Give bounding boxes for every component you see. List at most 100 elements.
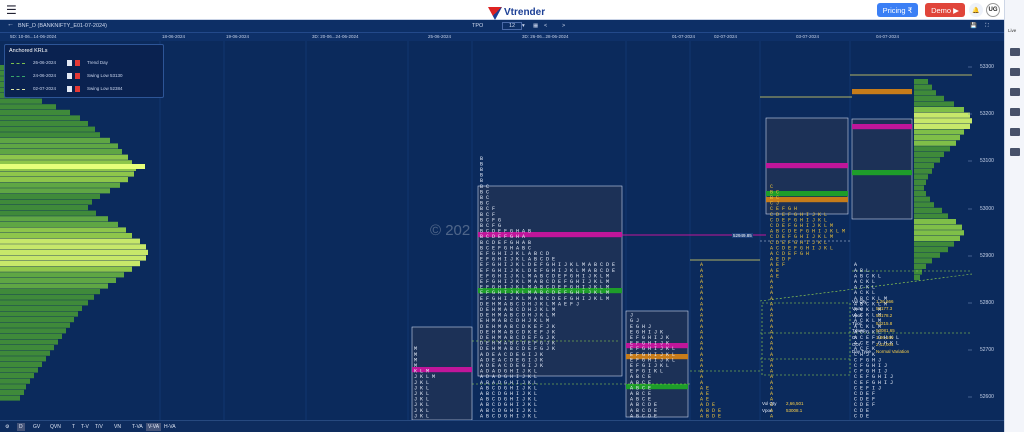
btn-qvn[interactable]: QVN — [48, 423, 63, 431]
bottom-toolbar: ⚙ D GV QVN T T-V T/V VN T-VA V-VA H-VA — [0, 420, 1004, 432]
volume-profile-bar — [0, 305, 82, 311]
stat-row: Tpoc 53215.8 — [852, 320, 893, 326]
volume-profile-bar — [0, 317, 74, 323]
volume-profile-bar — [914, 146, 950, 152]
volume-profile-bar — [914, 168, 932, 174]
edit-icon[interactable] — [67, 73, 72, 79]
chart-toolbar: ← BNF_D (BANKNIFTY_E01-07-2024) TPO 12 ▾… — [0, 20, 1004, 33]
volume-profile-bar — [0, 266, 132, 272]
vtrender-logo-mark — [488, 7, 502, 20]
stats-panel-04-07: Vol Qty 1,26,666 Vwap 53177.3 Vpoc 53178.2 … — [852, 299, 909, 357]
volume-profile-bar — [0, 177, 128, 183]
anchored-krls-title: Anchored KRLs — [9, 48, 48, 54]
volume-profile-bar — [0, 339, 58, 345]
volume-profile-bar — [0, 238, 140, 244]
pricing-button[interactable]: Pricing ₹ — [877, 3, 918, 17]
volume-profile-bar — [914, 151, 944, 157]
btn-t[interactable]: T — [70, 423, 77, 431]
volume-profile-bar — [0, 389, 24, 395]
stat-row: Vpoc 53008.1 — [762, 408, 803, 414]
volume-profile-bar — [0, 328, 66, 334]
volume-profile-bar — [914, 191, 926, 197]
krl-row[interactable]: 24-06-2024 Swing Low 53130 — [11, 72, 161, 82]
volume-profile-bar — [914, 107, 964, 113]
krl-row[interactable]: 02-07-2024 Swing Low 52384 — [11, 85, 161, 95]
stat-row: Vol Qty 1,26,666 — [852, 299, 894, 304]
volume-profile-bar — [914, 95, 944, 101]
krl-date: 02-07-2024 — [33, 86, 57, 91]
volume-profile-bar — [914, 129, 964, 135]
vpoc-band — [852, 170, 912, 176]
price-tick: 52900 — [980, 253, 994, 259]
volume-profile-bar — [914, 230, 964, 236]
layers-icon[interactable] — [1010, 128, 1020, 136]
nav-left-button[interactable]: < — [544, 23, 547, 29]
demo-button[interactable]: Demo ▶ — [925, 3, 965, 17]
volume-profile-bar — [0, 121, 88, 127]
krl-box — [761, 302, 851, 376]
nav-right-button[interactable]: > — [562, 23, 565, 29]
volume-profile-bar — [0, 384, 26, 390]
krl-desc: Swing Low 52384 — [87, 86, 123, 91]
edit-icon[interactable] — [67, 86, 72, 92]
btn-h-va[interactable]: H-VA — [162, 423, 178, 431]
tpo-letter-row: J K L — [414, 413, 429, 419]
volume-profile-bar — [0, 272, 124, 278]
list-icon[interactable] — [1010, 148, 1020, 156]
hamburger-icon[interactable]: ☰ — [6, 3, 17, 17]
btn-d[interactable]: D — [17, 423, 25, 431]
bell-icon[interactable]: 🔔 — [969, 3, 983, 17]
btn-t-v[interactable]: T-V — [79, 423, 91, 431]
krl-line-swatch — [11, 76, 25, 77]
layout-icon[interactable]: ▦ — [533, 23, 538, 29]
btn-vn[interactable]: VN — [112, 423, 123, 431]
delete-icon[interactable] — [75, 73, 80, 79]
fullscreen-icon[interactable]: ⛶ — [985, 23, 989, 30]
stat-row: OI 1,06,169 — [852, 334, 894, 340]
tpo-letter-row: A B C D G H I J K L — [480, 413, 537, 419]
date-label: 25-06-2024 — [428, 34, 452, 39]
crosshair-icon[interactable] — [1010, 68, 1020, 76]
krl-line-swatch — [11, 89, 25, 90]
volume-profile-bar — [0, 311, 78, 317]
settings-icon[interactable]: ⚙ — [3, 423, 11, 431]
date-label: 3D: 26-06...28-06-2024 — [522, 34, 569, 39]
tpoc-band — [852, 124, 912, 130]
delete-icon[interactable] — [75, 60, 80, 66]
btn-gv[interactable]: GV — [31, 423, 42, 431]
volume-profile-bar — [0, 244, 146, 250]
volume-profile-bar — [0, 261, 140, 267]
volume-profile-bar — [0, 361, 42, 367]
volume-profile-bar — [914, 123, 970, 129]
volume-profile-bar — [914, 219, 956, 225]
date-label: 5D: 10-06...14-06-2024 — [10, 34, 57, 39]
volume-profile-bar — [914, 163, 934, 169]
volume-profile-bar — [0, 109, 70, 115]
table-icon[interactable] — [1010, 108, 1020, 116]
krl-row[interactable]: 26-06-2024 Trend Day — [11, 59, 161, 69]
tpo-size-select[interactable]: 12 — [502, 22, 523, 30]
live-dropdown[interactable]: Live — [1008, 28, 1016, 33]
volume-profile-bar — [0, 171, 134, 177]
volume-profile-bar — [0, 255, 146, 261]
date-label: 19-06-2024 — [226, 34, 250, 39]
volume-profile-bar — [914, 174, 928, 180]
volume-profile-bar — [0, 322, 70, 328]
chevron-down-icon[interactable]: ▾ — [522, 23, 525, 29]
btn-v-va[interactable]: V-VA — [146, 423, 162, 431]
delete-icon[interactable] — [75, 86, 80, 92]
btn-t-va[interactable]: T-VA — [130, 423, 145, 431]
chart-type-icon[interactable] — [1010, 48, 1020, 56]
grid-icon[interactable] — [1010, 88, 1020, 96]
edit-icon[interactable] — [67, 60, 72, 66]
volume-profile-bar — [0, 395, 20, 401]
back-arrow-icon[interactable]: ← — [7, 21, 14, 28]
btn-t-v-slash[interactable]: T/V — [93, 423, 105, 431]
volume-profile-bar — [914, 263, 926, 269]
user-avatar[interactable]: UG — [986, 3, 1000, 17]
save-icon[interactable]: 💾 — [970, 23, 977, 29]
volume-profile-bar — [914, 112, 970, 118]
volume-profile-bar — [0, 210, 96, 216]
volume-profile-bar — [0, 126, 95, 132]
volume-profile-bar — [0, 373, 34, 379]
